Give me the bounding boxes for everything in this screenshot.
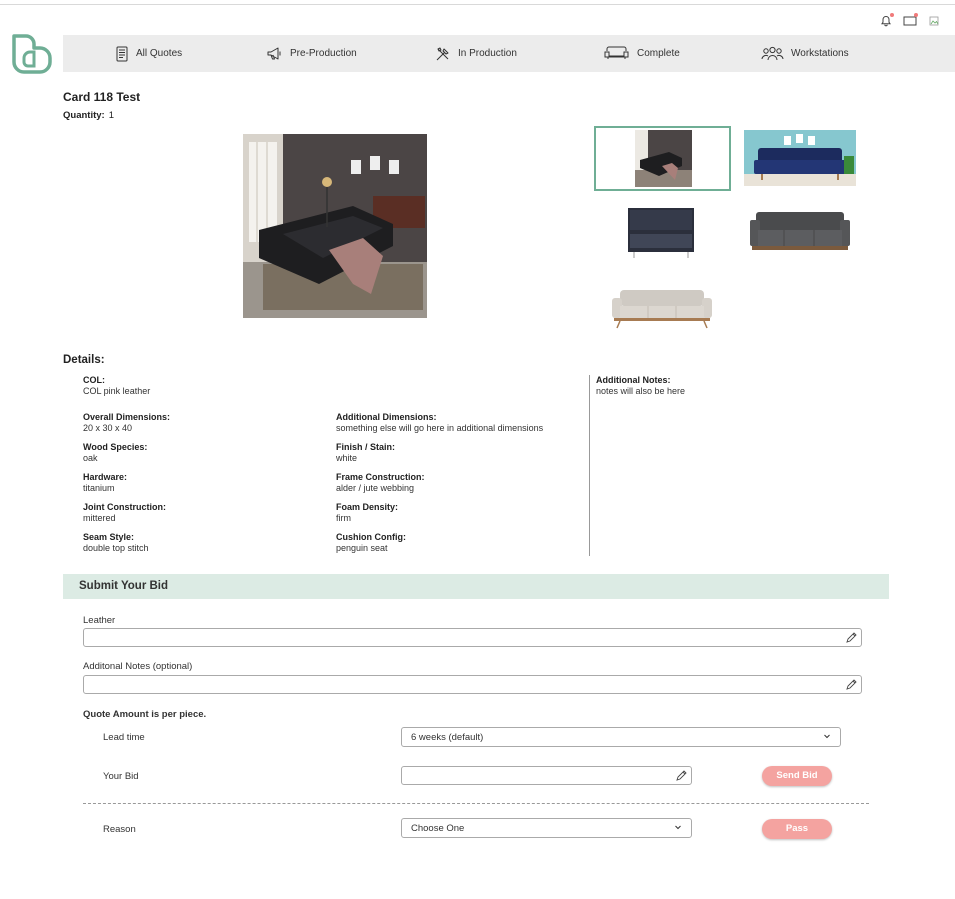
pencil-icon [845, 632, 857, 647]
detail-value: penguin seat [336, 543, 388, 553]
send-bid-button[interactable]: Send Bid [762, 766, 832, 786]
your-bid-label: Your Bid [103, 771, 139, 782]
section-divider [83, 803, 869, 804]
detail-label: Foam Density: [336, 502, 399, 512]
nav-pre-production[interactable]: Pre-Production [266, 35, 357, 72]
details-heading: Details: [63, 354, 105, 366]
detail-foam-density: Foam Density: firm [336, 502, 398, 524]
chevron-down-icon [674, 823, 682, 834]
detail-value: oak [83, 453, 98, 463]
pencil-icon [845, 679, 857, 694]
tools-icon [435, 46, 451, 62]
notes-label: Additonal Notes (optional) [83, 661, 193, 672]
leather-input[interactable] [83, 628, 862, 647]
your-bid-input[interactable] [401, 766, 692, 785]
quantity: Quantity: 1 [63, 110, 114, 121]
bell-icon[interactable] [879, 13, 894, 28]
lead-time-label: Lead time [103, 732, 145, 743]
detail-value: notes will also be here [596, 386, 686, 396]
detail-value: something else will go here in additiona… [336, 423, 544, 433]
brand-logo[interactable] [10, 32, 54, 76]
nav-all-quotes[interactable]: All Quotes [115, 35, 182, 72]
detail-value: titanium [83, 483, 115, 493]
detail-value: COL pink leather [83, 386, 151, 396]
nav-workstations-label: Workstations [791, 48, 849, 59]
pass-button[interactable]: Pass [762, 819, 832, 839]
thumbnail-3[interactable] [624, 204, 700, 260]
lead-time-value: 6 weeks (default) [411, 732, 484, 743]
detail-wood-species: Wood Species: oak [83, 442, 147, 464]
sofa-icon [603, 46, 630, 61]
submit-bid-title: Submit Your Bid [79, 580, 169, 592]
thumbnail-4[interactable] [748, 206, 851, 256]
detail-joint-construction: Joint Construction: mittered [83, 502, 166, 524]
detail-label: Wood Species: [83, 442, 148, 452]
per-piece-note: Quote Amount is per piece. [83, 709, 207, 720]
chevron-down-icon [823, 732, 831, 743]
thumbnail-5[interactable] [610, 284, 714, 330]
details-divider [589, 375, 590, 556]
nav-workstations[interactable]: Workstations [761, 35, 849, 72]
message-icon[interactable] [903, 13, 918, 28]
profile-image-icon[interactable] [927, 14, 941, 28]
nav-all-quotes-label: All Quotes [136, 48, 183, 59]
detail-label: Finish / Stain: [336, 442, 396, 452]
people-icon [761, 46, 784, 61]
detail-overall-dimensions: Overall Dimensions: 20 x 30 x 40 [83, 412, 170, 434]
nav-in-production-label: In Production [458, 48, 517, 59]
detail-cushion-config: Cushion Config: penguin seat [336, 532, 406, 554]
pencil-icon [675, 770, 687, 785]
detail-seam-style: Seam Style: double top stitch [83, 532, 149, 554]
detail-col: COL: COL pink leather [83, 375, 150, 397]
nav-pre-production-label: Pre-Production [290, 48, 357, 59]
nav-complete-label: Complete [637, 48, 680, 59]
quantity-value: 1 [108, 110, 114, 121]
detail-value: double top stitch [83, 543, 149, 553]
detail-frame-construction: Frame Construction: alder / jute webbing [336, 472, 425, 494]
detail-additional-dimensions: Additional Dimensions: something else wi… [336, 412, 543, 434]
submit-bid-header: Submit Your Bid [63, 574, 889, 599]
detail-label: Additional Dimensions: [336, 412, 437, 422]
nav-in-production[interactable]: In Production [435, 35, 517, 72]
quantity-label: Quantity: [63, 110, 105, 121]
page-title: Card 118 Test [63, 90, 141, 104]
detail-label: Frame Construction: [336, 472, 425, 482]
reason-label: Reason [103, 824, 136, 835]
detail-label: COL: [83, 375, 105, 385]
main-nav: All Quotes Pre-Production In Production … [63, 35, 955, 72]
detail-additional-notes: Additional Notes: notes will also be her… [596, 375, 685, 397]
detail-value: 20 x 30 x 40 [83, 423, 133, 433]
thumbnail-1[interactable] [594, 126, 731, 191]
thumbnail-2[interactable] [744, 130, 856, 186]
reason-select[interactable]: Choose One [401, 818, 692, 838]
detail-value: alder / jute webbing [336, 483, 415, 493]
detail-value: firm [336, 513, 351, 523]
detail-label: Hardware: [83, 472, 128, 482]
detail-finish-stain: Finish / Stain: white [336, 442, 395, 464]
detail-label: Seam Style: [83, 532, 135, 542]
detail-value: mittered [83, 513, 116, 523]
megaphone-icon [266, 46, 283, 61]
quotes-icon [115, 46, 129, 62]
reason-value: Choose One [411, 823, 465, 834]
header-actions [879, 13, 941, 28]
nav-complete[interactable]: Complete [603, 35, 680, 72]
detail-hardware: Hardware: titanium [83, 472, 127, 494]
top-divider [0, 4, 955, 5]
notes-input[interactable] [83, 675, 862, 694]
main-product-image [243, 134, 427, 318]
leather-label: Leather [83, 615, 116, 626]
detail-label: Additional Notes: [596, 375, 671, 385]
detail-label: Joint Construction: [83, 502, 166, 512]
lead-time-select[interactable]: 6 weeks (default) [401, 727, 841, 747]
detail-value: white [336, 453, 358, 463]
detail-label: Cushion Config: [336, 532, 406, 542]
detail-label: Overall Dimensions: [83, 412, 171, 422]
